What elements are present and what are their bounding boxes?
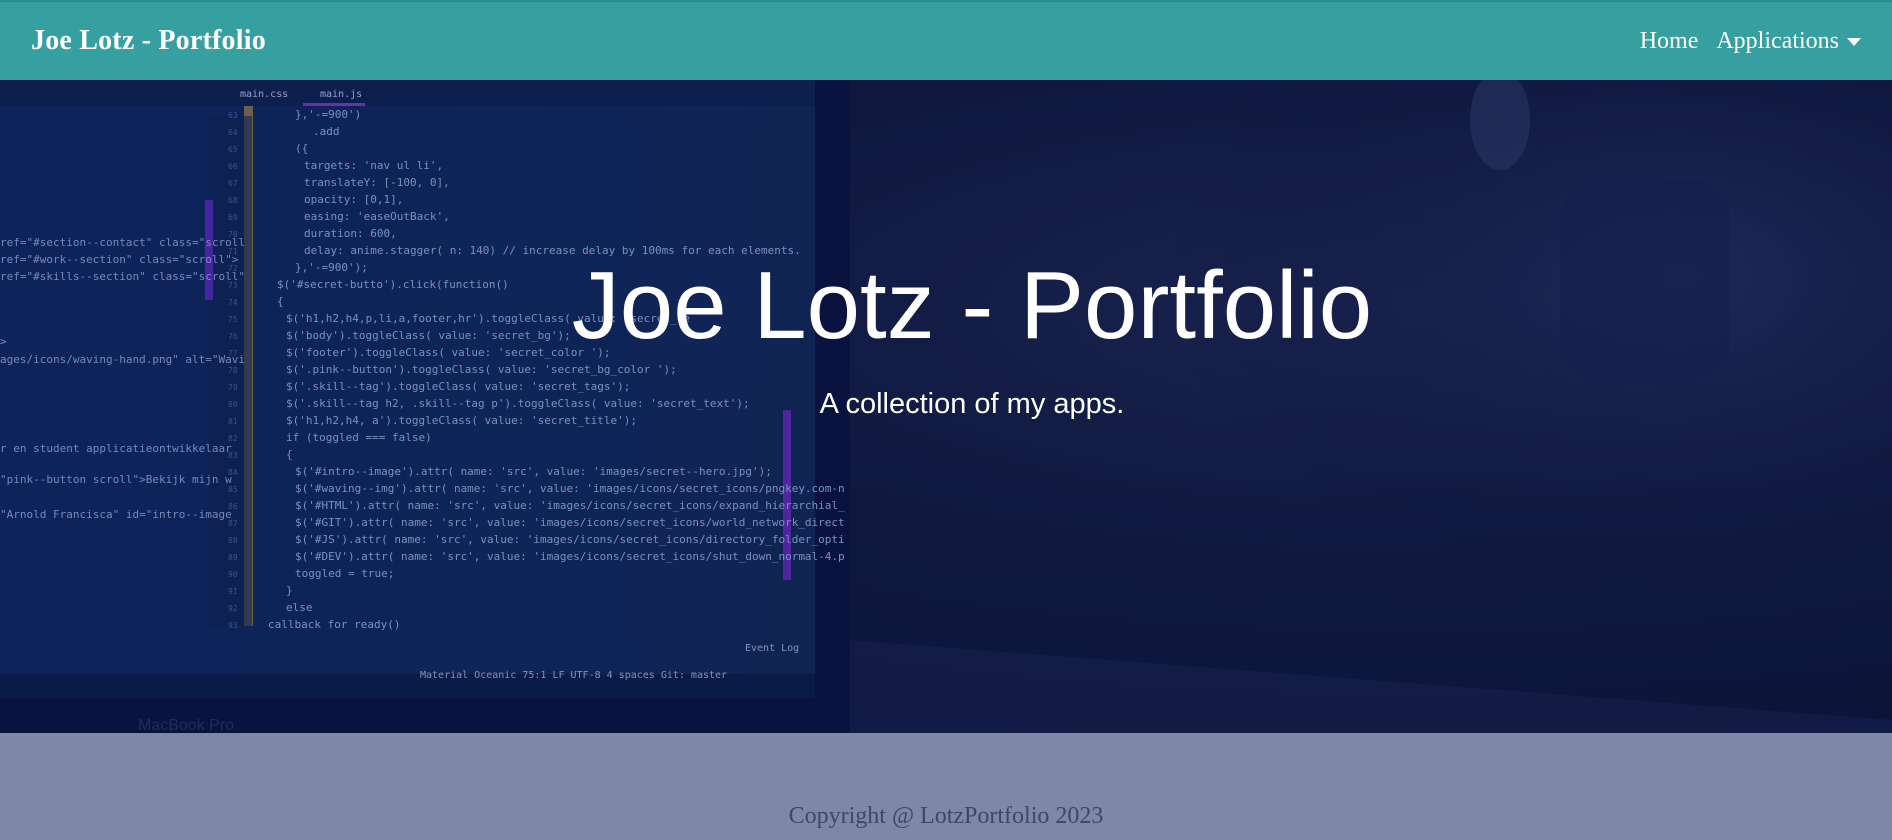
chevron-down-icon xyxy=(1847,38,1861,46)
hero-section: ref="#section--contact" class="scroll re… xyxy=(0,80,1892,733)
nav-link-applications-label: Applications xyxy=(1716,27,1839,54)
nav-dropdown-applications[interactable]: Applications xyxy=(1716,28,1861,55)
nav-link-home[interactable]: Home xyxy=(1640,28,1699,55)
footer-copyright: Copyright @ LotzPortfolio 2023 xyxy=(788,803,1104,829)
hero-subtitle: A collection of my apps. xyxy=(819,388,1125,420)
navbar: Joe Lotz - Portfolio Home Applications xyxy=(0,0,1892,80)
nav-links: Home Applications xyxy=(1640,28,1861,55)
hero-title: Joe Lotz - Portfolio xyxy=(571,252,1373,359)
navbar-brand[interactable]: Joe Lotz - Portfolio xyxy=(31,25,266,57)
footer: Copyright @ LotzPortfolio 2023 xyxy=(0,733,1892,840)
